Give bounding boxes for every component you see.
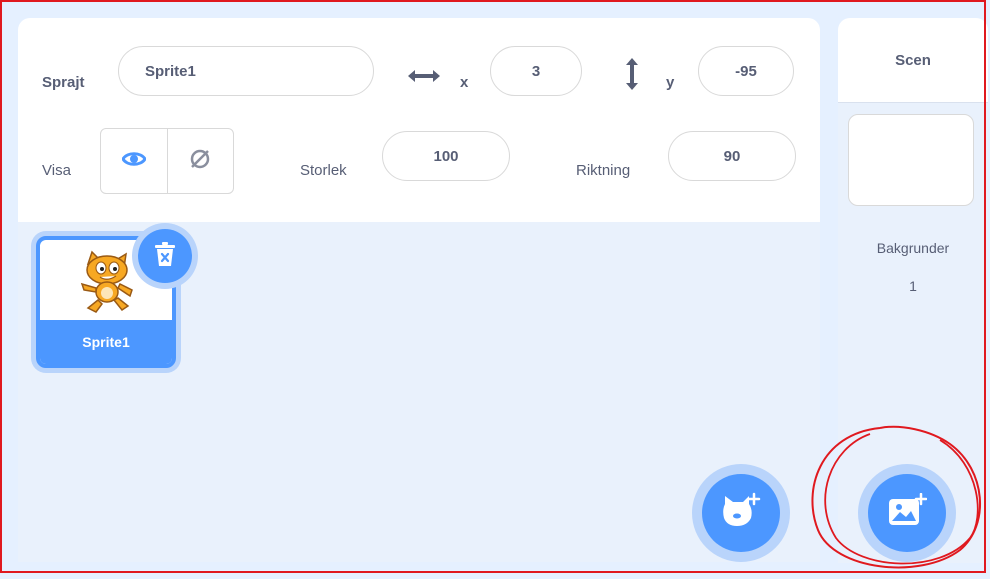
annotation-frame	[0, 0, 986, 573]
